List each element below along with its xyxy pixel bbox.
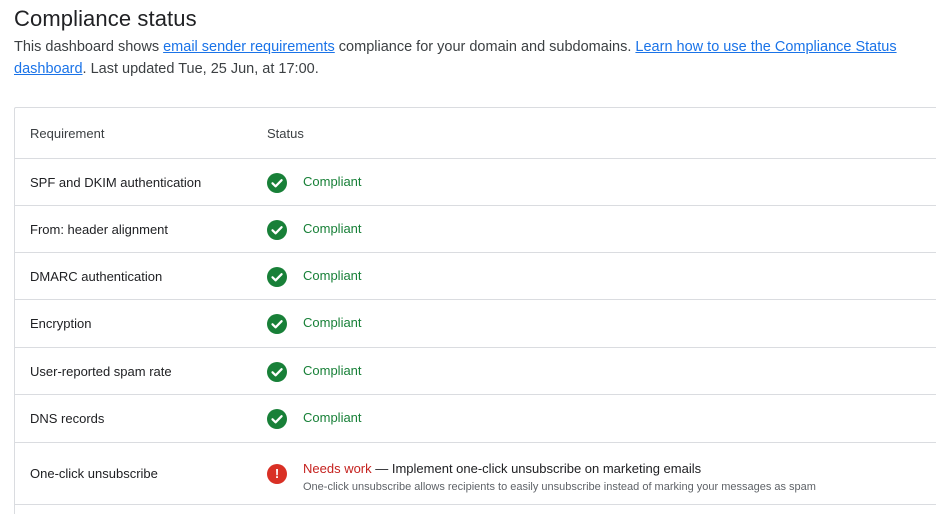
status-compliant: Compliant: [303, 410, 362, 425]
status-cell: Compliant: [267, 314, 362, 334]
check-circle-icon: [267, 362, 287, 382]
table-row: One-click unsubscribe ! Needs work — Imp…: [15, 443, 936, 505]
page-description: This dashboard shows email sender requir…: [14, 36, 929, 80]
status-cell: Compliant: [267, 409, 362, 429]
desc-mid: compliance for your domain and subdomain…: [334, 39, 636, 55]
table-row: Encryption Compliant: [15, 300, 936, 348]
status-compliant: Compliant: [303, 174, 362, 189]
column-header-status: Status: [267, 126, 304, 141]
compliance-page: Compliance status This dashboard shows e…: [0, 0, 936, 514]
desc-prefix: This dashboard shows: [14, 39, 164, 55]
requirement-label: SPF and DKIM authentication: [30, 175, 202, 190]
check-circle-icon: [267, 409, 287, 429]
page-title: Compliance status: [14, 6, 197, 31]
table-row: SPF and DKIM authentication Compliant: [15, 159, 936, 206]
status-compliant: Compliant: [303, 268, 362, 283]
check-circle-icon: [267, 314, 287, 334]
desc-suffix: . Last updated Tue, 25 Jun, at 17:00.: [82, 61, 319, 77]
status-needs-work: Needs work: [303, 461, 372, 476]
requirement-label: One-click unsubscribe: [30, 466, 158, 481]
table-header-row: Requirement Status: [15, 108, 936, 159]
table-row: DNS records Compliant: [15, 395, 936, 443]
status-cell: Compliant: [267, 220, 362, 240]
compliance-table: Requirement Status SPF and DKIM authenti…: [14, 107, 936, 514]
status-cell: Compliant: [267, 267, 362, 287]
status-cell: Compliant: [267, 173, 362, 193]
status-compliant: Compliant: [303, 363, 362, 378]
requirement-label: DNS records: [30, 411, 105, 426]
requirement-label: Encryption: [30, 316, 92, 331]
status-cell: Compliant: [267, 362, 362, 382]
table-row: From: header alignment Compliant: [15, 206, 936, 253]
table-row: User-reported spam rate Compliant: [15, 348, 936, 395]
error-circle-icon: !: [267, 464, 287, 484]
status-cell: ! Needs work — Implement one-click unsub…: [267, 461, 816, 493]
needs-work-block: Needs work — Implement one-click unsubsc…: [303, 460, 816, 493]
requirement-label: DMARC authentication: [30, 269, 163, 284]
table-row: DMARC authentication Compliant: [15, 253, 936, 300]
requirement-label: From: header alignment: [30, 222, 169, 237]
needs-work-subtext: One-click unsubscribe allows recipients …: [303, 481, 816, 493]
needs-work-detail: — Implement one-click unsubscribe on mar…: [371, 461, 702, 476]
check-circle-icon: [267, 267, 287, 287]
check-circle-icon: [267, 220, 287, 240]
check-circle-icon: [267, 173, 287, 193]
status-compliant: Compliant: [303, 315, 362, 330]
requirement-label: User-reported spam rate: [30, 364, 172, 379]
email-sender-requirements-link[interactable]: email sender requirements: [163, 39, 335, 55]
column-header-requirement: Requirement: [30, 126, 105, 141]
status-compliant: Compliant: [303, 221, 362, 236]
